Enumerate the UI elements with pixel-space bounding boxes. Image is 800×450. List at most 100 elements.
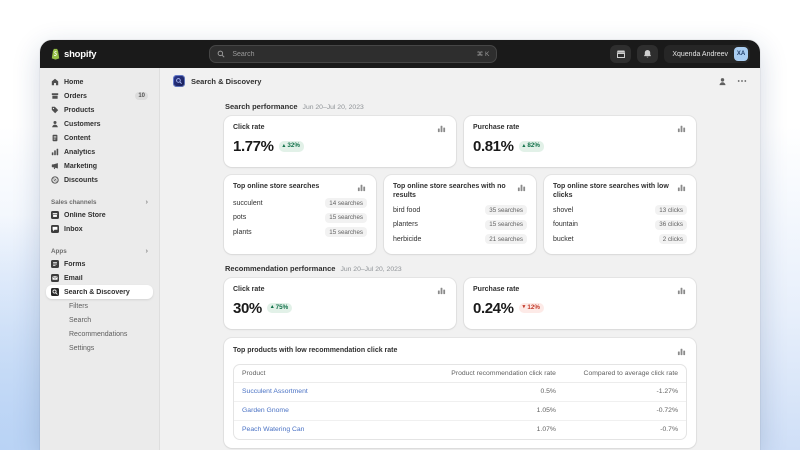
orders-count-badge: 10	[135, 92, 148, 100]
click-rate-card: Click rate 1.77% ▴ 32%	[224, 116, 456, 167]
search-term: bucket	[553, 236, 574, 243]
sidebar-item-search-discovery[interactable]: Search & Discovery	[46, 285, 153, 299]
shopify-admin-window: shopify ⌘ K Xquenda Andreev XA	[40, 40, 760, 450]
view-chart-icon[interactable]	[676, 123, 687, 134]
date-range: Jun 20–Jul 20, 2023	[303, 104, 364, 111]
sidebar-subitem-label: Filters	[69, 303, 88, 310]
sidebar-subitem-label: Search	[69, 317, 91, 324]
view-chart-icon[interactable]	[676, 182, 687, 193]
shopify-logo[interactable]: shopify	[50, 48, 96, 60]
sidebar-item-label: Marketing	[64, 163, 148, 170]
sidebar-item-online-store[interactable]: Online Store	[46, 208, 153, 222]
arrow-up-icon: ▴	[523, 144, 526, 150]
column-header-product: Product	[234, 365, 442, 383]
sidebar-item-email[interactable]: Email	[46, 271, 153, 285]
sidebar-item-label: Forms	[64, 261, 148, 268]
view-chart-icon[interactable]	[356, 182, 367, 193]
sidebar-item-inbox[interactable]: Inbox	[46, 222, 153, 236]
sidebar-subitem-settings[interactable]: Settings	[46, 341, 153, 355]
sidebar-subitem-label: Recommendations	[69, 331, 127, 338]
user-menu[interactable]: Xquenda Andreev XA	[664, 45, 750, 63]
sidebar-item-label: Discounts	[64, 177, 148, 184]
sidebar-item-orders[interactable]: Orders 10	[46, 89, 153, 103]
rec-click-rate-card: Click rate 30% ▴ 75%	[224, 278, 456, 329]
apps-section-header[interactable]: Apps ›	[46, 245, 153, 257]
section-label: Sales channels	[51, 199, 97, 206]
sidebar-item-label: Online Store	[64, 212, 148, 219]
search-discovery-icon	[51, 288, 59, 296]
sidebar-item-label: Home	[64, 79, 148, 86]
sidebar-subitem-search[interactable]: Search	[46, 313, 153, 327]
search-term: succulent	[233, 200, 263, 207]
list-item: plants 15 searches	[233, 225, 367, 240]
sidebar-item-content[interactable]: Content	[46, 131, 153, 145]
column-header-click-rate: Product recommendation click rate	[442, 365, 564, 383]
view-chart-icon[interactable]	[676, 346, 687, 357]
delta-badge: ▴ 82%	[519, 141, 544, 151]
table-title: Top products with low recommendation cli…	[233, 346, 397, 355]
search-shortcut: ⌘ K	[477, 50, 490, 58]
count-pill: 35 searches	[485, 205, 527, 215]
view-chart-icon[interactable]	[676, 285, 687, 296]
sidebar-item-label: Customers	[64, 121, 148, 128]
low-rec-products-card: Top products with low recommendation cli…	[224, 338, 696, 448]
metric-label: Click rate	[233, 285, 265, 294]
store-icon	[616, 49, 626, 59]
person-icon	[51, 120, 59, 128]
delta-value: 32%	[287, 143, 300, 149]
list-item: shovel 13 clicks	[553, 203, 687, 218]
count-pill: 15 searches	[485, 220, 527, 230]
megaphone-icon	[51, 162, 59, 170]
delta-badge: ▴ 32%	[279, 141, 304, 151]
notifications-button[interactable]	[637, 45, 658, 63]
store-button[interactable]	[610, 45, 631, 63]
product-link[interactable]: Succulent Assortment	[242, 388, 308, 395]
product-link[interactable]: Peach Watering Can	[242, 426, 304, 433]
list-item: bird food 35 searches	[393, 203, 527, 218]
user-avatar: XA	[734, 47, 748, 61]
view-chart-icon[interactable]	[436, 123, 447, 134]
sidebar-item-label: Search & Discovery	[64, 289, 148, 296]
count-pill: 15 searches	[325, 227, 367, 237]
purchase-rate-card: Purchase rate 0.81% ▴ 82%	[464, 116, 696, 167]
sidebar-item-customers[interactable]: Customers	[46, 117, 153, 131]
section-label: Apps	[51, 248, 67, 255]
count-pill: 2 clicks	[659, 234, 687, 244]
sidebar-item-label: Content	[64, 135, 148, 142]
search-term: plants	[233, 229, 252, 236]
overflow-menu-icon[interactable]	[737, 79, 747, 83]
metric-value: 0.24%	[473, 301, 514, 316]
view-chart-icon[interactable]	[516, 182, 527, 193]
count-pill: 14 searches	[325, 198, 367, 208]
delta-badge: ▾ 12%	[519, 303, 544, 313]
sidebar-item-discounts[interactable]: Discounts	[46, 173, 153, 187]
list-item: succulent 14 searches	[233, 196, 367, 211]
sidebar-subitem-filters[interactable]: Filters	[46, 299, 153, 313]
sidebar-subitem-recommendations[interactable]: Recommendations	[46, 327, 153, 341]
metric-label: Click rate	[233, 123, 265, 132]
table-row: Garden Gnome 1.05% -0.72%	[234, 401, 686, 420]
search-term: bird food	[393, 207, 420, 214]
sidebar-item-products[interactable]: Products	[46, 103, 153, 117]
sidebar-item-analytics[interactable]: Analytics	[46, 145, 153, 159]
sales-channels-section-header[interactable]: Sales channels ›	[46, 196, 153, 208]
count-pill: 36 clicks	[655, 220, 687, 230]
list-title: Top online store searches	[233, 182, 319, 191]
view-chart-icon[interactable]	[436, 285, 447, 296]
chevron-right-icon: ›	[146, 247, 149, 255]
search-input[interactable]	[230, 50, 471, 59]
metric-label: Purchase rate	[473, 123, 519, 132]
orders-icon	[51, 92, 59, 100]
sidebar-item-home[interactable]: Home	[46, 75, 153, 89]
sidebar-item-marketing[interactable]: Marketing	[46, 159, 153, 173]
list-item: bucket 2 clicks	[553, 232, 687, 247]
compared-value: -1.27%	[564, 382, 686, 401]
sidebar-item-label: Orders	[64, 93, 130, 100]
product-link[interactable]: Garden Gnome	[242, 407, 289, 414]
rec-purchase-rate-card: Purchase rate 0.24% ▾ 12%	[464, 278, 696, 329]
click-rate-value: 1.07%	[442, 420, 564, 439]
global-search[interactable]: ⌘ K	[209, 45, 497, 63]
sidebar-item-forms[interactable]: Forms	[46, 257, 153, 271]
file-icon	[51, 134, 59, 142]
collaborator-icon[interactable]	[718, 77, 727, 86]
